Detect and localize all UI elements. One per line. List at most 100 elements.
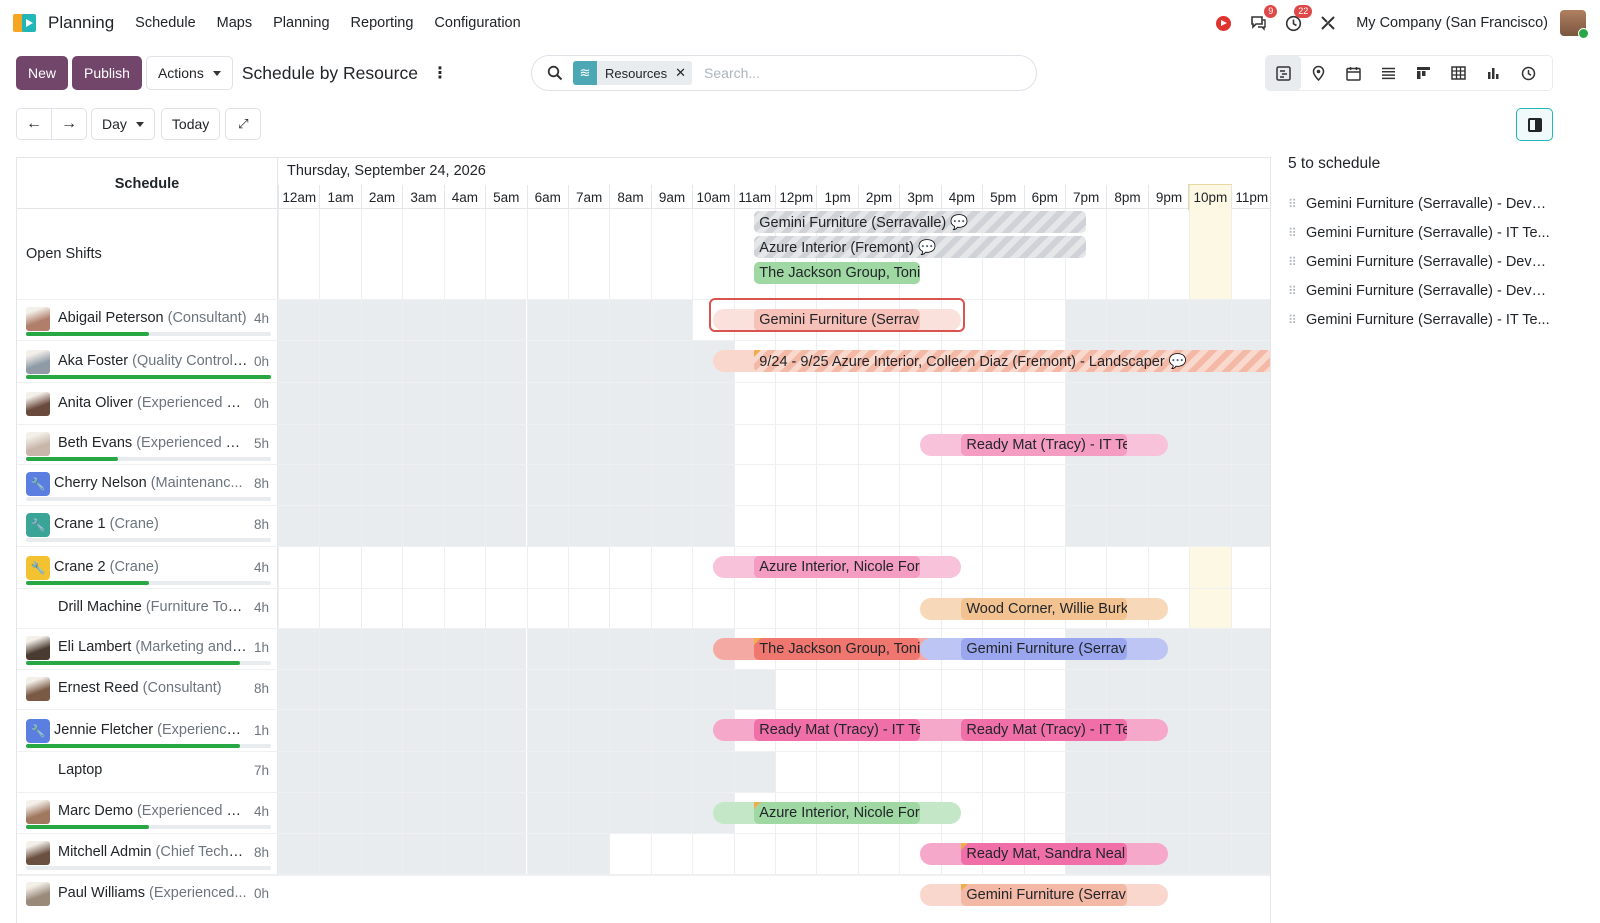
hour-cell[interactable]	[319, 425, 361, 464]
hour-cell[interactable]	[567, 547, 609, 588]
hour-cell[interactable]	[526, 589, 568, 628]
hour-cell[interactable]	[360, 629, 403, 669]
hour-cell[interactable]	[360, 465, 403, 505]
hour-cell[interactable]	[360, 383, 403, 424]
hour-cell[interactable]	[567, 425, 610, 464]
hour-cell[interactable]	[940, 383, 982, 424]
hour-cell[interactable]	[485, 752, 527, 792]
hour-cell[interactable]	[443, 209, 485, 299]
shift-pill[interactable]: Azure Interior, Nicole For	[754, 556, 920, 578]
hour-cell[interactable]	[650, 834, 692, 874]
hour-cell[interactable]	[650, 710, 693, 751]
row-header[interactable]: Open Shifts	[17, 209, 278, 299]
hour-cell[interactable]	[1189, 465, 1231, 505]
to-schedule-item[interactable]: ⠿ Gemini Furniture (Serravalle) - IT Te..…	[1288, 218, 1578, 247]
hour-cell[interactable]	[857, 465, 899, 505]
hour-cell[interactable]	[1189, 506, 1231, 546]
hour-cell[interactable]	[402, 710, 444, 751]
hour-cell[interactable]	[443, 425, 486, 464]
hour-cell[interactable]	[485, 589, 526, 628]
hour-cell[interactable]	[319, 506, 361, 546]
hour-cell[interactable]	[443, 506, 486, 546]
hour-cell[interactable]	[278, 670, 320, 709]
kanban-view-icon[interactable]	[1406, 56, 1441, 90]
hour-cell[interactable]	[609, 425, 651, 464]
hour-cell[interactable]	[692, 589, 733, 628]
hour-cell[interactable]	[1106, 547, 1147, 588]
hour-cell[interactable]	[443, 752, 486, 792]
search-icon[interactable]	[547, 65, 563, 81]
hour-cell[interactable]	[940, 465, 982, 505]
hour-cell[interactable]	[609, 834, 650, 874]
record-icon[interactable]	[1213, 13, 1233, 33]
hour-cell[interactable]	[1230, 629, 1270, 669]
hour-cell[interactable]	[526, 547, 568, 588]
hour-cell[interactable]	[940, 670, 982, 709]
hour-cell[interactable]	[775, 383, 816, 424]
hour-cell[interactable]	[650, 793, 693, 833]
hour-cell[interactable]	[1106, 670, 1148, 709]
hour-cell[interactable]	[443, 589, 485, 628]
hour-cell[interactable]	[1230, 752, 1270, 792]
row-header[interactable]: Abigail Peterson (Consultant) 4h	[17, 300, 278, 340]
hour-cell[interactable]	[609, 793, 651, 833]
hour-cell[interactable]	[609, 465, 651, 505]
hour-cell[interactable]	[1189, 425, 1231, 464]
shift-pill[interactable]: Wood Corner, Willie Burk	[961, 598, 1128, 620]
hour-cell[interactable]	[816, 383, 857, 424]
hour-cell[interactable]	[278, 341, 320, 382]
hour-cell[interactable]	[1189, 670, 1231, 709]
hour-cell[interactable]	[899, 752, 940, 792]
hour-cell[interactable]	[1230, 834, 1270, 874]
hour-cell[interactable]	[485, 341, 527, 382]
shift-pill[interactable]: Gemini Furniture (Serrav	[961, 638, 1128, 660]
hour-cell[interactable]	[402, 547, 443, 588]
hour-cell[interactable]	[567, 589, 609, 628]
hour-cell[interactable]	[650, 547, 692, 588]
hour-cell[interactable]	[1189, 300, 1231, 340]
hour-cell[interactable]	[1064, 506, 1107, 546]
hour-cell[interactable]	[526, 834, 568, 874]
hour-cell[interactable]	[443, 710, 486, 751]
hour-cell[interactable]	[692, 425, 734, 464]
drag-handle-icon[interactable]: ⠿	[1288, 255, 1306, 269]
new-button[interactable]: New	[16, 56, 69, 90]
hour-cell[interactable]	[567, 383, 610, 424]
shift-pill[interactable]: Ready Mat (Tracy) - IT Te	[961, 719, 1128, 741]
hour-cell[interactable]	[443, 793, 486, 833]
drag-handle-icon[interactable]: ⠿	[1288, 284, 1306, 298]
hour-cell[interactable]	[567, 752, 610, 792]
hour-cell[interactable]	[692, 209, 733, 299]
shift-pill[interactable]: Ready Mat (Tracy) - IT Te	[754, 719, 920, 741]
hour-cell[interactable]	[1147, 300, 1190, 340]
hour-cell[interactable]	[443, 300, 486, 340]
hour-cell[interactable]	[650, 209, 692, 299]
hour-cell[interactable]	[443, 670, 486, 709]
hour-cell[interactable]	[816, 506, 857, 546]
hour-cell[interactable]	[1189, 629, 1231, 669]
hour-cell[interactable]	[609, 547, 650, 588]
hour-cell[interactable]	[567, 465, 610, 505]
hour-cell[interactable]	[857, 506, 899, 546]
hour-cell[interactable]	[526, 752, 568, 792]
hour-cell[interactable]	[402, 341, 444, 382]
hour-cell[interactable]	[1189, 547, 1231, 588]
row-header[interactable]: Mitchell Admin (Chief Techni... 8h	[17, 834, 278, 874]
hour-cell[interactable]	[982, 547, 1023, 588]
hour-cell[interactable]	[319, 341, 361, 382]
hour-cell[interactable]	[816, 589, 857, 628]
activity-view-icon[interactable]	[1511, 56, 1546, 90]
shift-pill[interactable]: Azure Interior, Nicole For	[754, 802, 920, 824]
hour-cell[interactable]	[609, 752, 651, 792]
hour-cell[interactable]	[443, 465, 486, 505]
hour-cell[interactable]	[526, 300, 568, 340]
hour-cell[interactable]	[567, 793, 610, 833]
hour-cell[interactable]	[1147, 793, 1190, 833]
hour-cell[interactable]	[1189, 834, 1231, 874]
hour-cell[interactable]	[733, 425, 775, 464]
drag-handle-icon[interactable]: ⠿	[1288, 226, 1306, 240]
row-header[interactable]: Drill Machine (Furniture Tools) 4h	[17, 589, 278, 628]
hour-cell[interactable]	[1230, 793, 1270, 833]
hour-cell[interactable]	[360, 506, 403, 546]
hour-cell[interactable]	[360, 547, 402, 588]
